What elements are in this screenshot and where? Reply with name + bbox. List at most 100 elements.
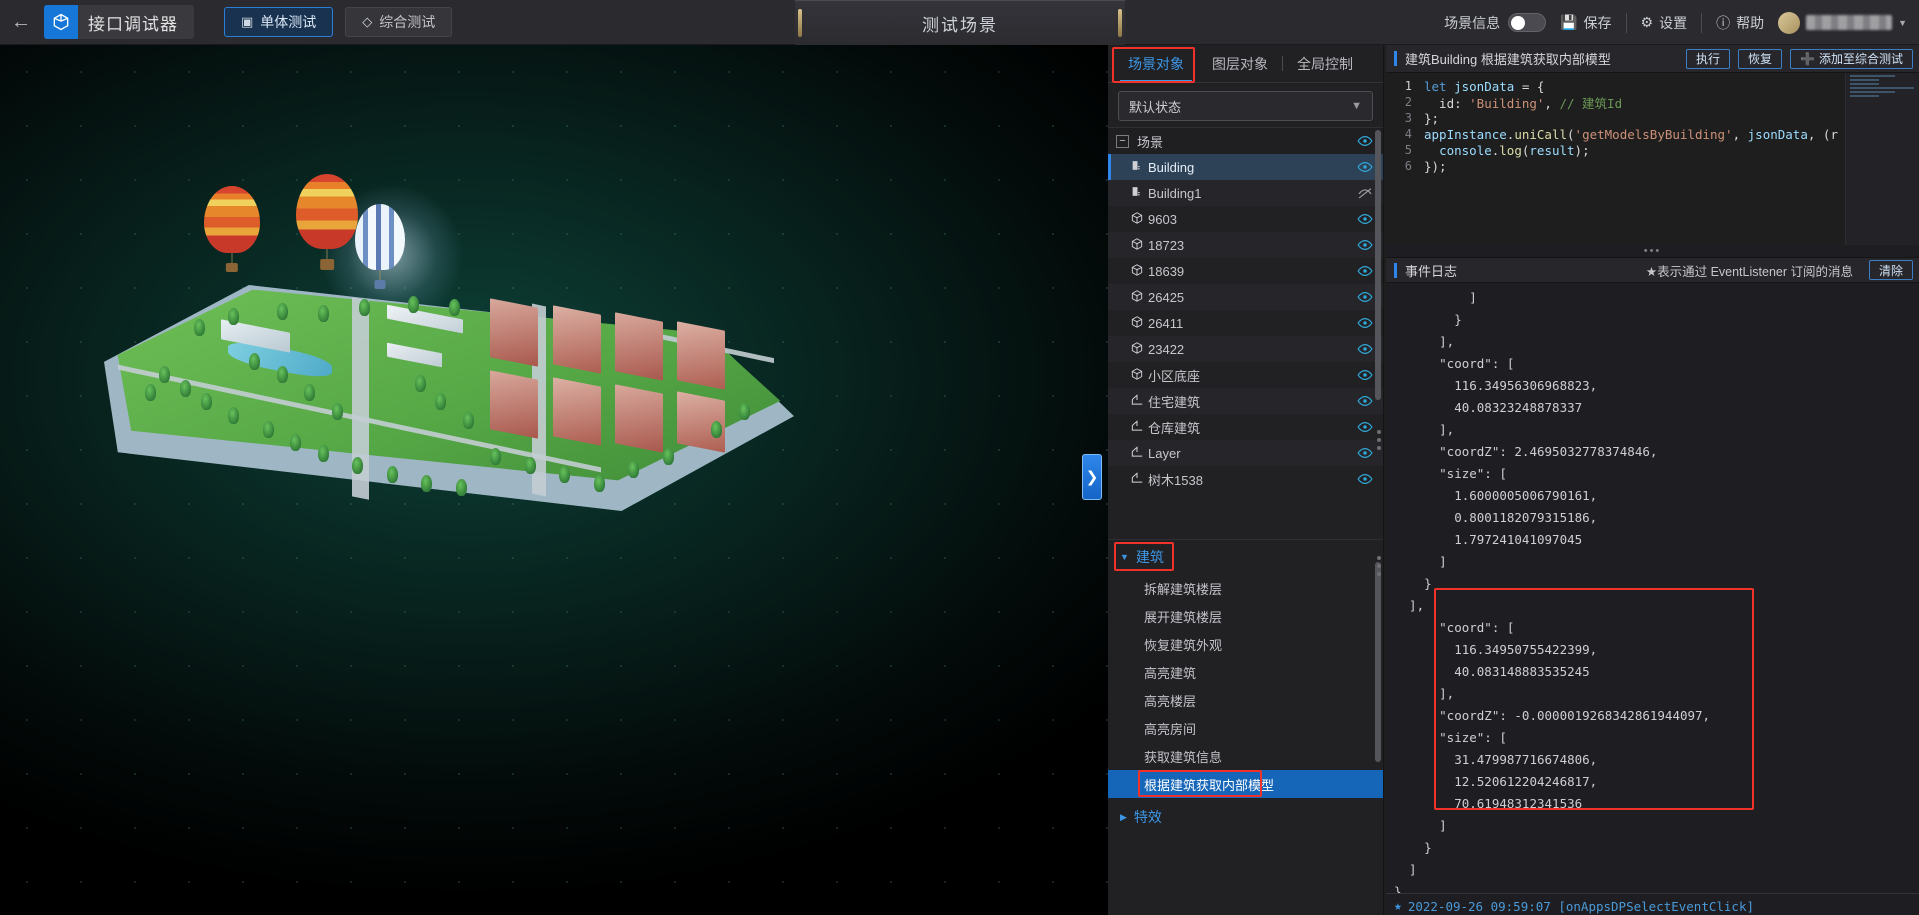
tab-comprehensive-test[interactable]: ◇ 综合测试 bbox=[345, 7, 453, 37]
code-line: 2 id: 'Building', // 建筑Id bbox=[1386, 94, 1919, 111]
log-line: "coord": [ bbox=[1394, 356, 1515, 371]
tree-row[interactable]: 仓库建筑 bbox=[1108, 414, 1383, 440]
eye-visible-icon[interactable] bbox=[1357, 341, 1373, 357]
tree-row-label: 18723 bbox=[1148, 237, 1185, 253]
eye-visible-icon[interactable] bbox=[1357, 159, 1373, 175]
tab-layer-objects[interactable]: 图层对象 bbox=[1198, 45, 1282, 82]
eye-visible-icon[interactable] bbox=[1357, 133, 1373, 149]
code-minimap[interactable] bbox=[1845, 73, 1919, 245]
scene-info-switch[interactable] bbox=[1508, 13, 1547, 32]
menu-item[interactable]: 恢复建筑外观 bbox=[1108, 630, 1383, 658]
menu-item[interactable]: 高亮楼层 bbox=[1108, 686, 1383, 714]
eye-visible-icon[interactable] bbox=[1357, 315, 1373, 331]
save-button[interactable]: 💾 保存 bbox=[1560, 13, 1611, 33]
eye-visible-icon[interactable] bbox=[1357, 367, 1373, 383]
state-select[interactable]: 默认状态 ▼ bbox=[1118, 91, 1373, 121]
tree-row[interactable]: Layer bbox=[1108, 440, 1383, 466]
eye-visible-icon[interactable] bbox=[1357, 471, 1373, 487]
tab-single-test[interactable]: ▣ 单体测试 bbox=[224, 7, 334, 37]
panel-resize-handle[interactable] bbox=[1377, 556, 1382, 576]
state-select-wrap: 默认状态 ▼ bbox=[1108, 83, 1383, 127]
minus-box-icon[interactable]: − bbox=[1116, 134, 1129, 148]
eye-visible-icon[interactable] bbox=[1357, 419, 1373, 435]
log-line: 116.34950755422399, bbox=[1394, 642, 1598, 657]
tree-row-root[interactable]: − 场景 bbox=[1108, 128, 1383, 154]
menu-item-label: 高亮楼层 bbox=[1144, 693, 1197, 709]
menu-group-building[interactable]: ▼ 建筑 bbox=[1108, 540, 1383, 574]
scene-tree[interactable]: − 场景 Building Building1 9603 18723 18639 26425 2… bbox=[1108, 127, 1383, 539]
tab-comprehensive-test-label: 综合测试 bbox=[379, 14, 436, 30]
tree-row[interactable]: Building bbox=[1108, 154, 1383, 180]
log-line: } bbox=[1394, 840, 1432, 855]
editor-resize-grip[interactable]: ••• bbox=[1386, 245, 1919, 257]
code-line: 4 appInstance.uniCall('getModelsByBuildin… bbox=[1386, 126, 1919, 142]
menu-item[interactable]: 展开建筑楼层 bbox=[1108, 602, 1383, 630]
back-arrow-icon[interactable]: ← bbox=[0, 0, 42, 45]
menu-item[interactable]: 高亮房间 bbox=[1108, 714, 1383, 742]
eye-visible-icon[interactable] bbox=[1357, 393, 1373, 409]
tree-row-label: Building1 bbox=[1148, 185, 1202, 201]
menu-item-label: 根据建筑获取内部模型 bbox=[1144, 777, 1275, 793]
hot-air-balloon bbox=[296, 174, 358, 270]
scrollbar-thumb[interactable] bbox=[1375, 562, 1381, 762]
question-circle-icon: ⓘ bbox=[1716, 14, 1731, 31]
tree-row[interactable]: 小区底座 bbox=[1108, 362, 1383, 388]
menu-item[interactable]: 拆解建筑楼层 bbox=[1108, 574, 1383, 602]
menu-item-label: 展开建筑楼层 bbox=[1144, 609, 1223, 625]
panel-collapse-toggle[interactable]: ❯ bbox=[1082, 454, 1102, 500]
eye-visible-icon[interactable] bbox=[1357, 211, 1373, 227]
log-line: "size": [ bbox=[1394, 730, 1507, 745]
log-line: ] bbox=[1394, 818, 1447, 833]
menu-item-label: 高亮房间 bbox=[1144, 721, 1197, 737]
restore-button[interactable]: 恢复 bbox=[1738, 48, 1783, 69]
code-editor[interactable]: 1 let jsonData = {2 id: 'Building', // 建筑… bbox=[1386, 73, 1919, 245]
tree-row[interactable]: 23422 bbox=[1108, 336, 1383, 362]
tab-scene-objects[interactable]: 场景对象 bbox=[1114, 45, 1198, 82]
panel-resize-handle[interactable] bbox=[1377, 430, 1382, 450]
eye-visible-icon[interactable] bbox=[1357, 445, 1373, 461]
user-menu[interactable]: ▼ bbox=[1778, 11, 1907, 34]
tree-row[interactable]: 26411 bbox=[1108, 310, 1383, 336]
log-line: } bbox=[1394, 576, 1432, 591]
api-menu[interactable]: ▼ 建筑 拆解建筑楼层展开建筑楼层恢复建筑外观 高亮建筑高亮楼层高亮房间获取建筑信… bbox=[1108, 539, 1383, 915]
log-line: ], bbox=[1394, 334, 1455, 349]
3d-viewport[interactable]: ❯ bbox=[0, 45, 1108, 915]
clear-log-button[interactable]: 清除 bbox=[1868, 260, 1913, 280]
accent-bar bbox=[1394, 51, 1397, 66]
city-model[interactable] bbox=[104, 285, 794, 518]
eye-hidden-icon[interactable] bbox=[1357, 185, 1373, 201]
tree-row[interactable]: Building1 bbox=[1108, 180, 1383, 206]
settings-button[interactable]: ⚙ 设置 bbox=[1641, 13, 1688, 33]
tree-row[interactable]: 树木1538 bbox=[1108, 466, 1383, 492]
eye-visible-icon[interactable] bbox=[1357, 289, 1373, 305]
hot-air-balloon bbox=[204, 186, 260, 272]
chevron-down-icon: ▼ bbox=[1898, 17, 1907, 28]
menu-item[interactable]: 根据建筑获取内部模型 bbox=[1108, 770, 1383, 798]
building-icon bbox=[1126, 185, 1148, 201]
scrollbar-thumb[interactable] bbox=[1375, 130, 1381, 400]
execute-button[interactable]: 执行 bbox=[1686, 48, 1731, 69]
eye-visible-icon[interactable] bbox=[1357, 237, 1373, 253]
menu-group-effects[interactable]: ▶ 特效 bbox=[1108, 800, 1383, 834]
clear-log-label: 清除 bbox=[1878, 263, 1903, 278]
log-line: ] bbox=[1394, 862, 1417, 877]
tree-row[interactable]: 18639 bbox=[1108, 258, 1383, 284]
eye-visible-icon[interactable] bbox=[1357, 263, 1373, 279]
restore-label: 恢复 bbox=[1748, 52, 1773, 66]
add-to-comprehensive-test-button[interactable]: ➕ 添加至综合测试 bbox=[1790, 48, 1913, 69]
menu-item[interactable]: 高亮建筑 bbox=[1108, 658, 1383, 686]
tree-row[interactable]: 18723 bbox=[1108, 232, 1383, 258]
event-log-body[interactable]: ] } ], "coord": [ 116.34956306968823, 40… bbox=[1386, 283, 1919, 893]
help-button[interactable]: ⓘ 帮助 bbox=[1716, 13, 1764, 33]
scene-name-banner: 测试场景 bbox=[795, 0, 1125, 45]
tab-global-control[interactable]: 全局控制 bbox=[1283, 45, 1367, 82]
tree-row[interactable]: 住宅建筑 bbox=[1108, 388, 1383, 414]
menu-group-building-label: 建筑 bbox=[1135, 549, 1164, 565]
event-log-hint: ★表示通过 EventListener 订阅的消息 bbox=[1645, 264, 1853, 279]
menu-item[interactable]: 获取建筑信息 bbox=[1108, 742, 1383, 770]
layer-icon bbox=[1126, 419, 1148, 436]
tree-row[interactable]: 26425 bbox=[1108, 284, 1383, 310]
tree-row[interactable]: 9603 bbox=[1108, 206, 1383, 232]
scene-info-toggle[interactable]: 场景信息 bbox=[1444, 13, 1547, 33]
cube-icon: ▣ bbox=[241, 14, 254, 29]
